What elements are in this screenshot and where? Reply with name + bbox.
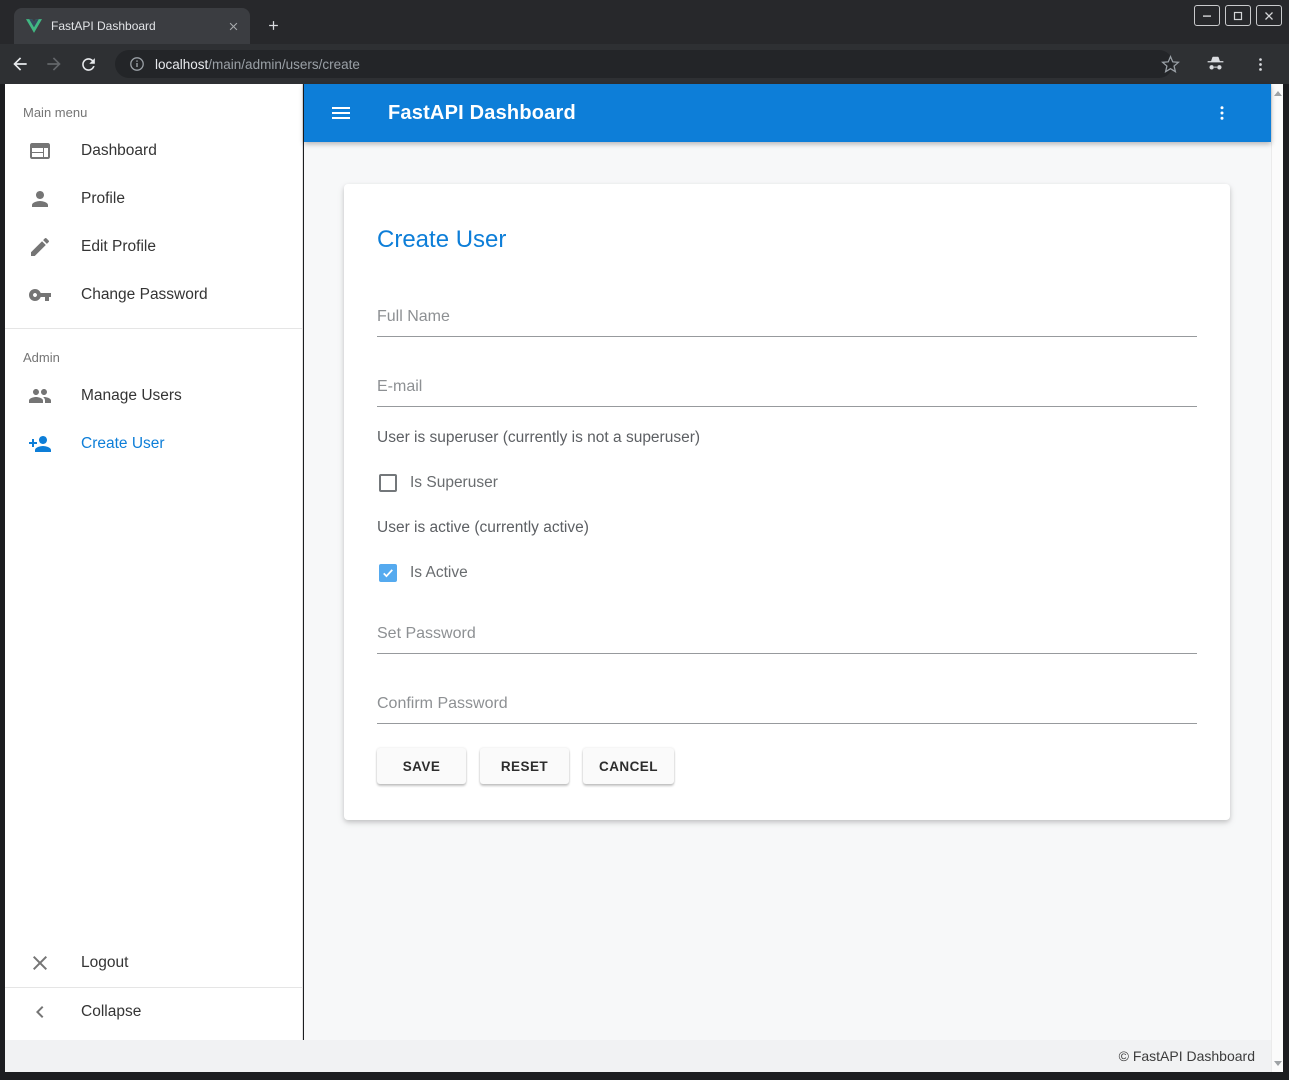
is-active-checkbox[interactable] [379,564,397,582]
key-icon [28,283,52,307]
browser-toolbar: localhost/main/admin/users/create [0,44,1289,84]
sidebar-section-main-menu: Main menu [5,84,302,127]
window-minimize-button[interactable] [1194,5,1220,26]
sidebar-item-change-password[interactable]: Change Password [5,271,302,319]
sidebar-item-label: Logout [81,954,128,972]
window-maximize-button[interactable] [1225,5,1251,26]
people-icon [28,384,52,408]
confirm-password-field-wrap [377,691,1197,724]
full-name-field-wrap [377,304,1197,337]
sidebar-item-label: Edit Profile [81,238,156,256]
window-close-button[interactable] [1256,5,1282,26]
email-input[interactable] [377,374,1197,407]
main-area: FastAPI Dashboard Create User User is su… [304,84,1271,1040]
confirm-password-input[interactable] [377,691,1197,724]
sidebar-item-label: Collapse [81,1003,141,1021]
full-name-input[interactable] [377,304,1197,337]
app-footer: © FastAPI Dashboard [5,1040,1271,1072]
set-password-field-wrap [377,621,1197,654]
scroll-down-arrow[interactable] [1272,1056,1284,1070]
sidebar: Main menu Dashboard Profile Edit Profile… [5,84,303,1040]
sidebar-item-label: Dashboard [81,142,157,160]
browser-titlebar: FastAPI Dashboard [0,0,1289,44]
tab-title: FastAPI Dashboard [51,19,224,33]
appbar-kebab-menu-icon[interactable] [1209,100,1235,126]
page-title: Create User [377,226,1197,254]
email-field-wrap [377,374,1197,407]
sidebar-item-logout[interactable]: Logout [5,939,302,987]
pencil-icon [28,235,52,259]
sidebar-item-dashboard[interactable]: Dashboard [5,127,302,175]
create-user-card: Create User User is superuser (currently… [344,184,1230,820]
sidebar-item-label: Profile [81,190,125,208]
is-superuser-row: Is Superuser [377,471,1197,495]
is-superuser-checkbox[interactable] [379,474,397,492]
page-scrollbar[interactable] [1271,84,1283,1072]
sidebar-item-profile[interactable]: Profile [5,175,302,223]
save-button[interactable]: SAVE [377,748,466,784]
copyright-text: © FastAPI Dashboard [1119,1048,1255,1064]
appbar: FastAPI Dashboard [304,84,1271,142]
back-button-icon[interactable] [6,50,34,78]
sidebar-item-label: Create User [81,435,165,453]
reload-button-icon[interactable] [74,50,102,78]
is-active-row: Is Active [377,561,1197,585]
tab-close-icon[interactable] [224,17,242,35]
sidebar-item-label: Change Password [81,286,208,304]
sidebar-section-admin: Admin [5,329,302,372]
sidebar-item-create-user[interactable]: Create User [5,420,302,468]
is-superuser-label[interactable]: Is Superuser [410,474,498,492]
sidebar-item-collapse[interactable]: Collapse [5,988,302,1036]
reset-button[interactable]: RESET [480,748,569,784]
browser-tab[interactable]: FastAPI Dashboard [14,8,250,44]
set-password-input[interactable] [377,621,1197,654]
vue-logo-icon [26,19,42,33]
scroll-up-arrow[interactable] [1272,86,1284,100]
sidebar-item-edit-profile[interactable]: Edit Profile [5,223,302,271]
bookmark-star-icon[interactable] [1157,51,1183,77]
web-icon [28,139,52,163]
incognito-icon [1202,51,1228,77]
person-add-icon [28,432,52,456]
is-active-label[interactable]: Is Active [410,564,468,582]
active-help-text: User is active (currently active) [377,519,1197,537]
cancel-button[interactable]: CANCEL [583,748,674,784]
window-controls [1194,5,1282,26]
forward-button-icon[interactable] [40,50,68,78]
close-icon [28,951,52,975]
address-bar[interactable]: localhost/main/admin/users/create [115,50,1173,78]
sidebar-item-label: Manage Users [81,387,182,405]
browser-menu-kebab-icon[interactable] [1247,51,1273,77]
url-text: localhost/main/admin/users/create [155,57,360,72]
form-actions: SAVE RESET CANCEL [377,748,1197,784]
superuser-help-text: User is superuser (currently is not a su… [377,429,1197,447]
sidebar-item-manage-users[interactable]: Manage Users [5,372,302,420]
chevron-left-icon [28,1000,52,1024]
hamburger-menu-icon[interactable] [328,100,354,126]
page-info-icon[interactable] [129,56,145,72]
new-tab-button[interactable] [260,12,286,38]
person-icon [28,187,52,211]
appbar-title: FastAPI Dashboard [388,102,576,125]
